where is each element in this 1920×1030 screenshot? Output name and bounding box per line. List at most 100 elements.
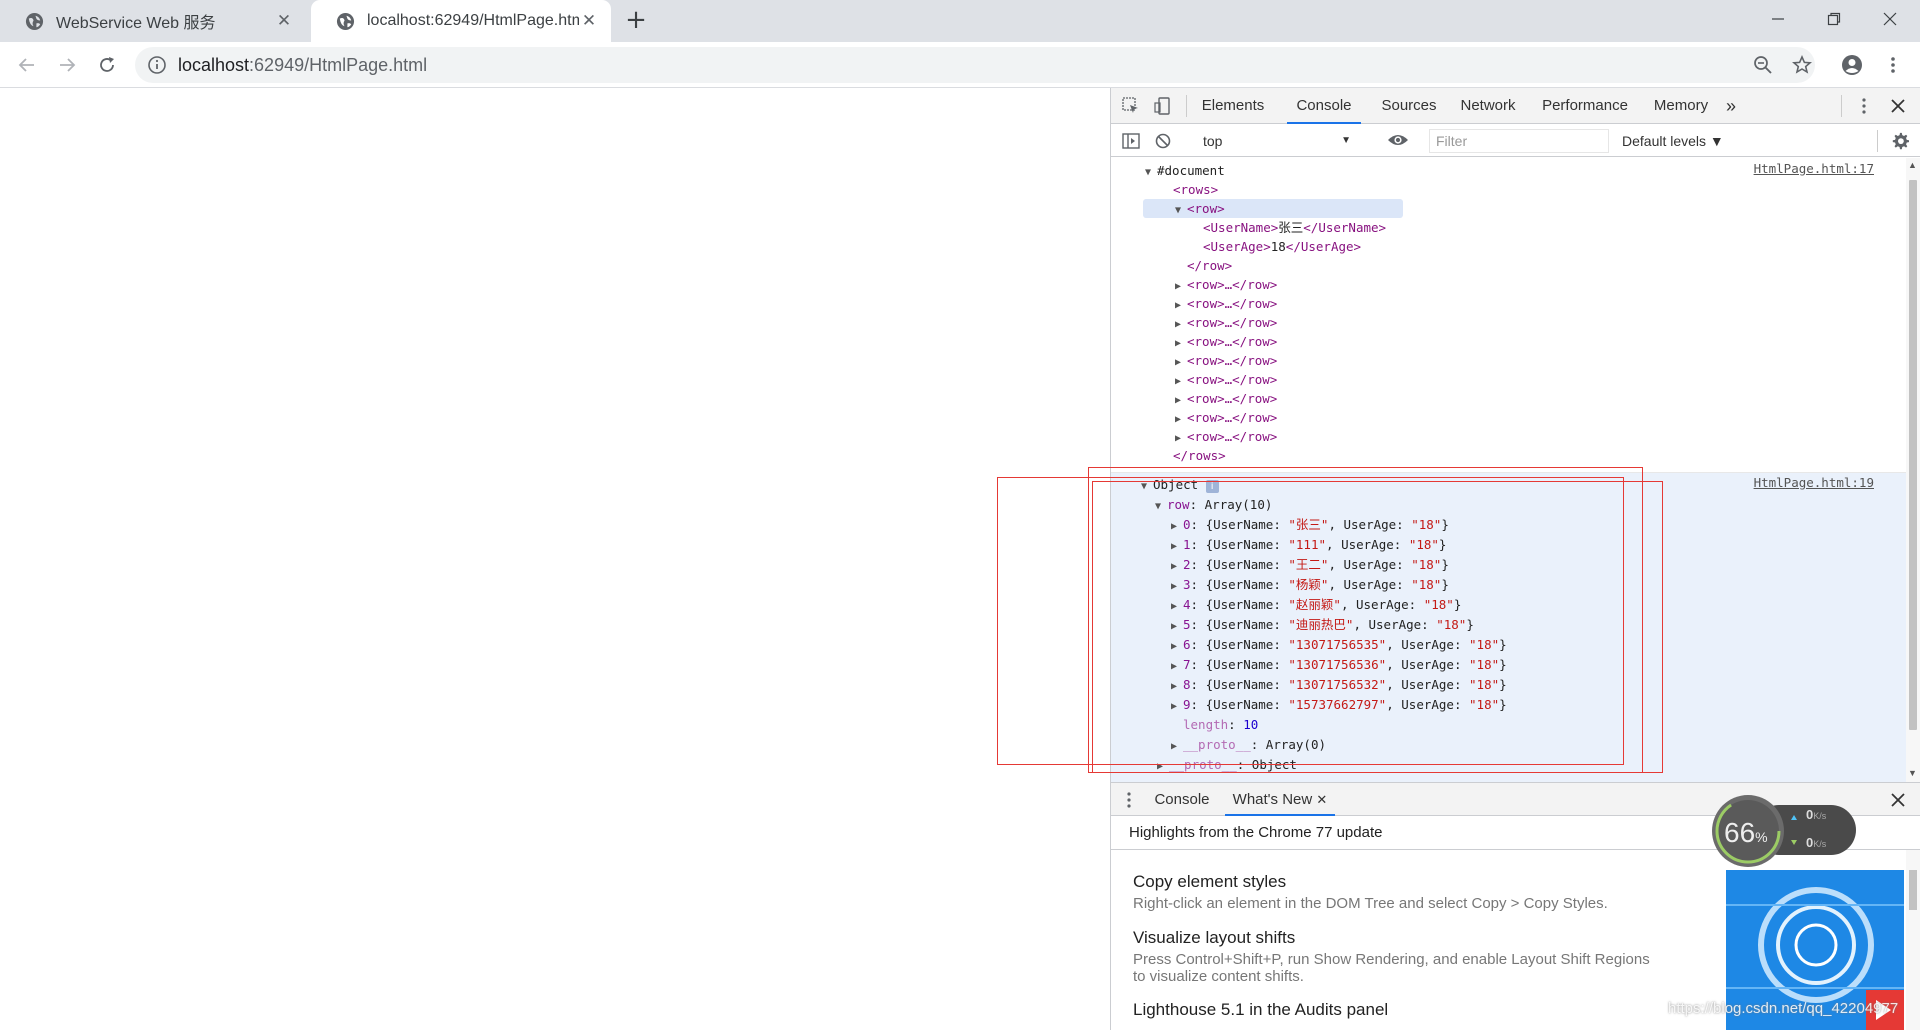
feature-title[interactable]: Visualize layout shifts xyxy=(1133,928,1295,948)
array-item-node[interactable]: ▶ 1: {UserName: "111", UserAge: "18"} xyxy=(1171,535,1446,554)
expand-triangle-icon[interactable]: ▶ xyxy=(1171,617,1183,636)
item-punct: , UserAge: xyxy=(1328,577,1412,592)
address-bar[interactable]: localhost:62949/HtmlPage.html xyxy=(135,47,1815,83)
network-speed-widget[interactable]: 66% 0K/s 0K/s xyxy=(1710,793,1858,869)
tab-console[interactable]: Console xyxy=(1287,88,1361,124)
close-drawer-button[interactable] xyxy=(1888,791,1908,809)
back-button[interactable] xyxy=(12,51,42,79)
row-open-node[interactable]: ▼ <row> xyxy=(1175,199,1225,218)
expand-triangle-icon[interactable]: ▶ xyxy=(1171,677,1183,696)
close-tab-icon[interactable]: ✕ xyxy=(579,11,599,31)
console-messages[interactable]: ▼ #document HtmlPage.html:17 <rows> ▼ <row… xyxy=(1111,158,1906,782)
minimize-button[interactable] xyxy=(1752,4,1804,34)
log-levels-dropdown[interactable]: Default levels ▼ xyxy=(1622,130,1724,152)
object-node[interactable]: ▼ Object i xyxy=(1141,475,1219,494)
drawer-menu-button[interactable] xyxy=(1123,791,1135,809)
scroll-up-icon[interactable]: ▲ xyxy=(1908,160,1917,170)
expand-triangle-icon[interactable]: ▼ xyxy=(1141,477,1153,496)
source-link[interactable]: HtmlPage.html:17 xyxy=(1754,161,1874,176)
expand-triangle-icon[interactable]: ▼ xyxy=(1155,497,1167,516)
feature-title[interactable]: Copy element styles xyxy=(1133,872,1286,892)
array-proto-node[interactable]: ▶ __proto__: Array(0) xyxy=(1171,735,1326,754)
expand-triangle-icon[interactable]: ▼ xyxy=(1175,201,1187,220)
expand-triangle-icon[interactable]: ▶ xyxy=(1171,597,1183,616)
array-item-node[interactable]: ▶ 6: {UserName: "13071756535", UserAge: "… xyxy=(1171,635,1507,654)
expand-triangle-icon[interactable]: ▶ xyxy=(1171,577,1183,596)
expand-triangle-icon[interactable]: ▼ xyxy=(1145,163,1157,182)
live-expression-button[interactable] xyxy=(1386,130,1410,150)
close-tab-icon[interactable]: ✕ xyxy=(1316,792,1327,807)
context-selector[interactable]: top ▼ xyxy=(1195,130,1355,152)
devtools-menu-button[interactable] xyxy=(1854,96,1874,116)
tab-network[interactable]: Network xyxy=(1456,88,1520,124)
array-item-node[interactable]: ▶ 4: {UserName: "赵丽颖", UserAge: "18"} xyxy=(1171,595,1461,614)
collapsed-row-node[interactable]: ▶ <row>…</row> xyxy=(1175,332,1277,351)
expand-triangle-icon[interactable]: ▶ xyxy=(1171,517,1183,536)
browser-tab-htmlpage[interactable]: localhost:62949/HtmlPage.html ✕ xyxy=(311,0,611,42)
close-tab-icon[interactable]: ✕ xyxy=(274,11,294,31)
array-item-node[interactable]: ▶ 9: {UserName: "15737662797", UserAge: "… xyxy=(1171,695,1507,714)
expand-triangle-icon[interactable]: ▶ xyxy=(1171,697,1183,716)
info-badge-icon[interactable]: i xyxy=(1205,480,1219,493)
drawer-tab-whats-new[interactable]: What's New ✕ xyxy=(1225,783,1335,816)
collapsed-row-node[interactable]: ▶ <row>…</row> xyxy=(1175,408,1277,427)
array-item-node[interactable]: ▶ 3: {UserName: "杨颖", UserAge: "18"} xyxy=(1171,575,1449,594)
show-sidebar-button[interactable] xyxy=(1121,131,1141,151)
row-array-node[interactable]: ▼ row: Array(10) xyxy=(1155,495,1272,514)
collapsed-row-node[interactable]: ▶ <row>…</row> xyxy=(1175,294,1277,313)
source-link[interactable]: HtmlPage.html:19 xyxy=(1754,475,1874,490)
tab-sources[interactable]: Sources xyxy=(1379,88,1439,124)
forward-button[interactable] xyxy=(52,51,82,79)
expand-triangle-icon[interactable]: ▶ xyxy=(1171,737,1183,756)
new-tab-button[interactable]: + xyxy=(622,7,650,34)
collapsed-row-node[interactable]: ▶ <row>…</row> xyxy=(1175,389,1277,408)
browser-tab-webservice[interactable]: WebService Web 服务 ✕ xyxy=(0,0,306,42)
close-window-button[interactable] xyxy=(1864,4,1916,34)
bookmark-button[interactable] xyxy=(1789,52,1815,78)
expand-triangle-icon[interactable]: ▶ xyxy=(1171,637,1183,656)
collapsed-row-text: <row>…</row> xyxy=(1187,429,1278,444)
collapsed-row-node[interactable]: ▶ <row>…</row> xyxy=(1175,427,1277,446)
tab-elements[interactable]: Elements xyxy=(1198,88,1268,124)
expand-triangle-icon[interactable]: ▶ xyxy=(1171,657,1183,676)
rows-open-tag[interactable]: <rows> xyxy=(1173,180,1218,199)
info-icon[interactable] xyxy=(147,55,167,75)
collapsed-row-node[interactable]: ▶ <row>…</row> xyxy=(1175,275,1277,294)
scrollbar-thumb[interactable] xyxy=(1909,180,1917,730)
expand-triangle-icon[interactable]: ▶ xyxy=(1171,557,1183,576)
scrollbar-thumb[interactable] xyxy=(1909,870,1917,910)
expand-triangle-icon[interactable]: ▶ xyxy=(1157,757,1169,776)
collapsed-row-node[interactable]: ▶ <row>…</row> xyxy=(1175,351,1277,370)
username-node[interactable]: <UserName>张三</UserName> xyxy=(1203,218,1386,237)
chrome-menu-button[interactable] xyxy=(1880,52,1906,78)
userage-node[interactable]: <UserAge>18</UserAge> xyxy=(1203,237,1361,256)
document-node[interactable]: ▼ #document xyxy=(1145,161,1225,180)
array-item-node[interactable]: ▶ 8: {UserName: "13071756532", UserAge: "… xyxy=(1171,675,1507,694)
restore-button[interactable] xyxy=(1808,4,1860,34)
array-item-node[interactable]: ▶ 7: {UserName: "13071756536", UserAge: "… xyxy=(1171,655,1507,674)
reload-button[interactable] xyxy=(92,51,122,79)
scroll-down-icon[interactable]: ▼ xyxy=(1908,768,1917,778)
collapsed-row-node[interactable]: ▶ <row>…</row> xyxy=(1175,313,1277,332)
drawer-tab-console[interactable]: Console xyxy=(1147,783,1217,816)
profile-button[interactable] xyxy=(1839,52,1865,78)
device-toolbar-button[interactable] xyxy=(1153,96,1173,116)
clear-console-button[interactable] xyxy=(1153,131,1173,151)
more-tabs-button[interactable]: » xyxy=(1721,88,1741,124)
object-proto-node[interactable]: ▶ __proto__: Object xyxy=(1157,755,1297,774)
console-settings-button[interactable] xyxy=(1889,130,1911,152)
console-scrollbar[interactable]: ▲ ▼ xyxy=(1906,158,1920,782)
array-item-node[interactable]: ▶ 0: {UserName: "张三", UserAge: "18"} xyxy=(1171,515,1449,534)
array-item-node[interactable]: ▶ 2: {UserName: "王二", UserAge: "18"} xyxy=(1171,555,1449,574)
zoom-button[interactable] xyxy=(1750,52,1776,78)
array-item-node[interactable]: ▶ 5: {UserName: "迪丽热巴", UserAge: "18"} xyxy=(1171,615,1474,634)
tab-memory[interactable]: Memory xyxy=(1649,88,1713,124)
close-devtools-button[interactable] xyxy=(1888,96,1908,116)
console-filter-input[interactable]: Filter xyxy=(1429,129,1609,153)
expand-triangle-icon[interactable]: ▶ xyxy=(1171,537,1183,556)
collapsed-row-node[interactable]: ▶ <row>…</row> xyxy=(1175,370,1277,389)
drawer-scrollbar[interactable] xyxy=(1906,850,1920,1030)
feature-title[interactable]: Lighthouse 5.1 in the Audits panel xyxy=(1133,1000,1388,1020)
tab-performance[interactable]: Performance xyxy=(1539,88,1631,124)
inspect-element-button[interactable] xyxy=(1121,96,1141,116)
